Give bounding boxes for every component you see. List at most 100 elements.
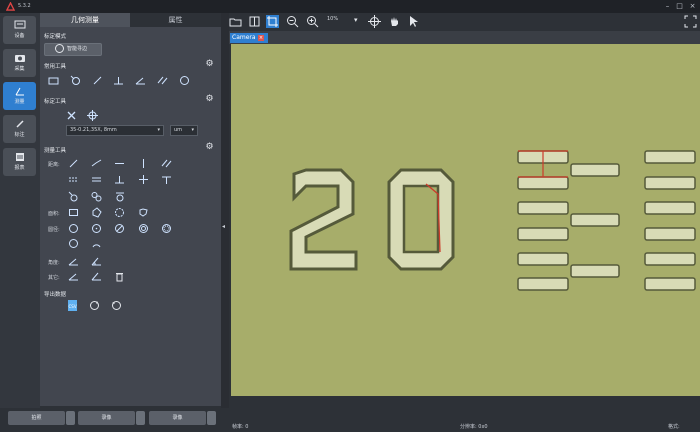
parallel-distance-icon[interactable] <box>161 158 172 169</box>
circle-3pt-icon[interactable] <box>68 223 79 234</box>
pencil-icon <box>15 120 24 128</box>
zoom-in-icon[interactable] <box>306 15 319 28</box>
t-distance-icon[interactable] <box>161 174 172 185</box>
video-label: 录像 <box>172 415 183 421</box>
pad <box>517 176 569 190</box>
export-refresh-icon[interactable] <box>88 299 101 312</box>
tab-properties[interactable]: 属性 <box>130 13 221 27</box>
frame-rate: 帧率: 0 <box>232 424 249 430</box>
two-circles-icon[interactable] <box>91 191 102 202</box>
maximize-icon[interactable]: □ <box>675 2 684 11</box>
angle-2line-icon[interactable] <box>68 256 79 267</box>
parallel-tool-icon[interactable] <box>157 75 168 86</box>
hand-pan-icon[interactable] <box>388 15 401 28</box>
chevron-down-icon: ▾ <box>157 127 160 133</box>
section-calib-mode: 标定模式 <box>44 34 67 40</box>
point-circle-icon[interactable] <box>68 191 79 202</box>
pad <box>644 252 696 266</box>
calibration-select[interactable]: 35-0.21,35X, 8mm ▾ <box>66 125 164 136</box>
ring-circle-icon[interactable] <box>161 223 172 234</box>
zoom-out-icon[interactable] <box>286 15 299 28</box>
gear-icon[interactable]: ⚙ <box>205 143 214 152</box>
pad <box>570 213 620 227</box>
perpendicular-tool-icon[interactable] <box>113 75 124 86</box>
title-bar <box>0 0 700 13</box>
circle-plain-icon[interactable] <box>68 238 79 249</box>
snapshot-dropdown[interactable] <box>66 411 75 425</box>
section-export: 导出数据 <box>44 292 67 298</box>
video-button[interactable]: 录像 <box>149 411 206 425</box>
area-circle-icon[interactable] <box>114 207 125 218</box>
fullscreen-icon[interactable] <box>684 15 697 28</box>
circle-center-icon[interactable] <box>91 223 102 234</box>
nav-report[interactable]: 报表 <box>3 148 36 176</box>
crosshair-icon[interactable] <box>368 15 381 28</box>
minimize-icon[interactable]: – <box>663 2 672 11</box>
app-logo <box>6 2 15 11</box>
arc-icon[interactable] <box>91 238 102 249</box>
distance-line-icon[interactable] <box>68 158 79 169</box>
split-view-icon[interactable] <box>248 15 261 28</box>
camera-tab-bar <box>229 31 700 44</box>
row-label-other: 其它: <box>48 275 60 281</box>
area-freeform-icon[interactable] <box>138 207 149 218</box>
polyline-icon[interactable] <box>91 158 102 169</box>
nav-measure[interactable]: 测量 <box>3 82 36 110</box>
perpendicular-distance-icon[interactable] <box>114 174 125 185</box>
angle-measure-icon[interactable] <box>68 271 79 282</box>
camera-image[interactable] <box>231 44 700 396</box>
concentric-circle-icon[interactable] <box>138 223 149 234</box>
horizontal-line-icon[interactable] <box>114 158 125 169</box>
angle-tool-icon[interactable] <box>135 75 146 86</box>
app-version: 5.3.2 <box>18 3 31 9</box>
zoom-level[interactable]: 10% <box>327 16 338 22</box>
area-rect-icon[interactable] <box>68 207 79 218</box>
crop-icon[interactable] <box>266 15 279 28</box>
line-tool-icon[interactable] <box>92 75 103 86</box>
csv-export-icon[interactable]: CSV <box>66 299 79 312</box>
left-nav: 设备 采集 测量 标注 报表 <box>0 13 40 408</box>
gear-icon[interactable]: ⚙ <box>205 95 214 104</box>
zoom-dropdown-icon[interactable]: ▾ <box>354 16 358 24</box>
nav-device[interactable]: 设备 <box>3 16 36 44</box>
unit-select[interactable]: um ▾ <box>170 125 198 136</box>
report-icon <box>15 153 24 161</box>
record-button[interactable]: 录像 <box>78 411 135 425</box>
gear-icon[interactable]: ⚙ <box>205 60 214 69</box>
trash-icon[interactable] <box>114 271 125 282</box>
nav-annotate[interactable]: 标注 <box>3 115 36 143</box>
digit-zero-inner <box>402 184 440 254</box>
close-icon[interactable]: × <box>258 35 264 41</box>
close-icon[interactable]: × <box>688 2 697 11</box>
calib-cross-icon[interactable] <box>66 110 77 121</box>
folder-open-icon[interactable] <box>229 15 242 28</box>
snapshot-button[interactable]: 拍照 <box>8 411 65 425</box>
circle-diameter-icon[interactable] <box>114 223 125 234</box>
pad <box>644 150 696 164</box>
tab-geometry[interactable]: 几何测量 <box>40 13 130 27</box>
angle-3pt-icon[interactable] <box>91 256 102 267</box>
pointer-icon[interactable] <box>407 15 420 28</box>
rectangle-tool-icon[interactable] <box>48 75 59 86</box>
pad <box>644 176 696 190</box>
double-line-icon[interactable] <box>91 174 102 185</box>
row-label-angle: 角度: <box>48 260 60 266</box>
circle-fit-tool-icon[interactable] <box>70 75 81 86</box>
circle-line-icon[interactable] <box>114 191 125 202</box>
circle-tool-icon[interactable] <box>179 75 190 86</box>
record-dropdown[interactable] <box>136 411 145 425</box>
angle-arc-icon[interactable] <box>91 271 102 282</box>
video-dropdown[interactable] <box>207 411 216 425</box>
vertical-line-icon[interactable] <box>138 158 149 169</box>
dashed-line-icon[interactable] <box>68 174 79 185</box>
calib-target-icon[interactable] <box>87 110 98 121</box>
area-polygon-icon[interactable] <box>91 207 102 218</box>
snapshot-label: 拍照 <box>31 415 42 421</box>
record-label: 录像 <box>101 415 112 421</box>
panel-splitter[interactable]: ◂ <box>221 13 229 408</box>
smart-edge-button[interactable]: 智能寻边 <box>44 43 102 56</box>
point-distance-icon[interactable] <box>138 174 149 185</box>
nav-capture[interactable]: 采集 <box>3 49 36 77</box>
device-icon <box>14 20 25 29</box>
export-undo-icon[interactable] <box>110 299 123 312</box>
